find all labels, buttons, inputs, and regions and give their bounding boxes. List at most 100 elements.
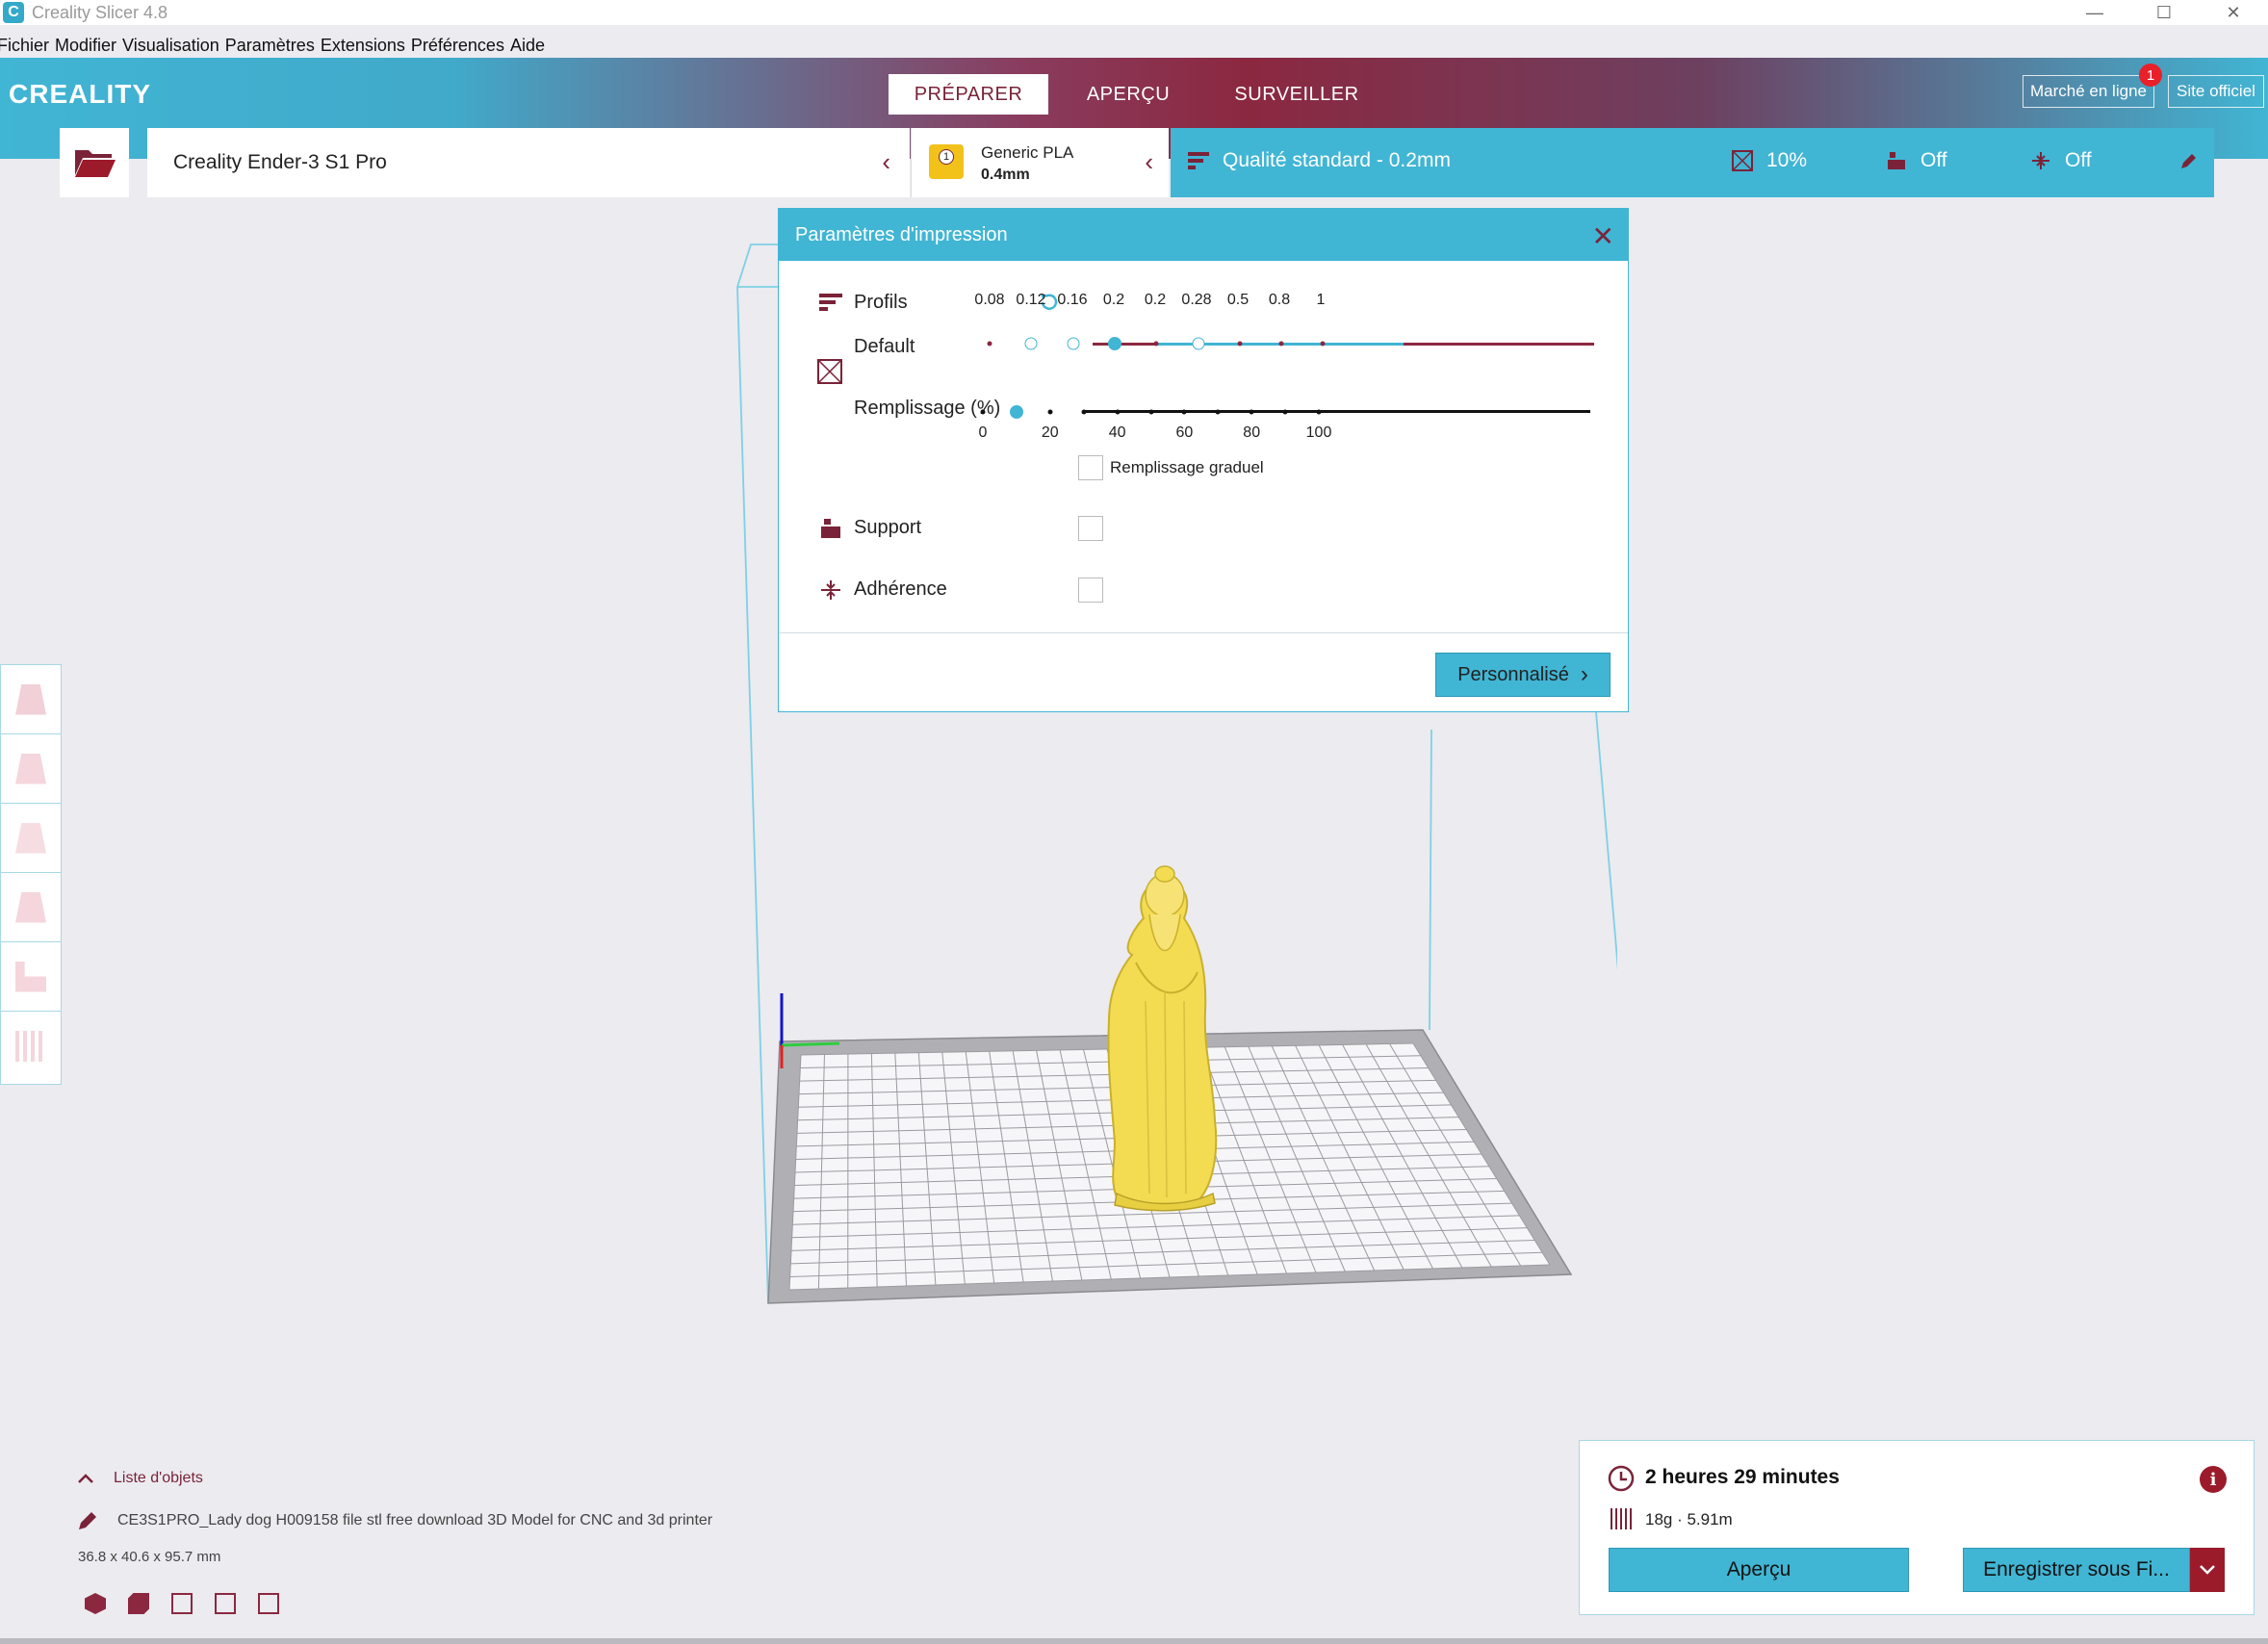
object-list-label: Liste d'objets	[114, 1470, 203, 1486]
tab-preparer[interactable]: PRÉPARER	[889, 74, 1048, 115]
infill-slider-stop	[1047, 409, 1053, 415]
model-figurine[interactable]	[1107, 865, 1218, 1212]
view-right-icon[interactable]	[258, 1593, 279, 1614]
profile-slider-stop	[1278, 341, 1284, 347]
tab-apercu[interactable]: APERÇU	[1048, 74, 1208, 115]
dialog-divider	[779, 632, 1628, 633]
infill-slider-stop	[1148, 409, 1153, 415]
pencil-icon[interactable]	[2179, 153, 2197, 170]
printer-name: Creality Ender-3 S1 Pro	[173, 151, 387, 173]
maximize-button[interactable]: ☐	[2129, 0, 2199, 25]
view-front-icon[interactable]	[128, 1593, 149, 1614]
profile-slider-stop	[1320, 341, 1326, 347]
infill-tick-label: 40	[1108, 424, 1126, 441]
close-window-button[interactable]: ✕	[2199, 0, 2268, 25]
infill-label: Remplissage (%)	[854, 398, 1001, 419]
support-icon	[821, 519, 840, 538]
adhesion-summary: Off	[2030, 149, 2092, 172]
filament-icon	[1611, 1508, 1632, 1529]
official-site-button[interactable]: Site officiel	[2168, 75, 2264, 108]
gradual-infill-checkbox[interactable]	[1078, 455, 1103, 480]
profile-tick-label: 0.16	[1057, 292, 1088, 308]
menu-fichier[interactable]: Fichier	[0, 36, 49, 56]
support-checkbox[interactable]	[1078, 516, 1103, 541]
info-icon[interactable]: i	[2200, 1466, 2227, 1493]
infill-slider-stop	[1282, 409, 1288, 415]
tab-surveiller[interactable]: SURVEILLER	[1208, 74, 1385, 115]
support-label: Support	[854, 517, 922, 538]
per-model-settings-icon	[15, 961, 46, 992]
window-controls: — ☐ ✕	[2060, 0, 2268, 25]
profiles-label: Profils	[854, 292, 908, 313]
minimize-button[interactable]: —	[2060, 0, 2129, 25]
preview-button[interactable]: Aperçu	[1609, 1548, 1909, 1592]
print-settings-dialog: Paramètres d'impression ✕ Profils Defaul…	[778, 208, 1629, 712]
profile-tick-label: 0.2	[1102, 292, 1125, 308]
adhesion-checkbox[interactable]	[1078, 578, 1103, 603]
menu-aide[interactable]: Aide	[510, 36, 545, 56]
support-icon	[1888, 152, 1905, 169]
support-value: Off	[1920, 149, 1947, 171]
tool-rotate[interactable]	[1, 804, 61, 873]
chevron-left-icon: ‹	[882, 147, 890, 176]
infill-tick-label: 20	[1041, 424, 1059, 441]
object-list-item[interactable]: CE3S1PRO_Lady dog H009158 file stl free …	[77, 1510, 712, 1531]
y-axis	[781, 1041, 840, 1047]
rotate-icon	[15, 822, 46, 854]
marketplace-button[interactable]: Marché en ligne	[2023, 75, 2154, 108]
menu-modifier[interactable]: Modifier	[55, 36, 116, 56]
tool-mirror[interactable]	[1, 873, 61, 942]
adhesion-icon	[2032, 152, 2049, 169]
profile-slider-handle[interactable]	[1107, 337, 1121, 350]
view-top-icon[interactable]	[171, 1593, 193, 1614]
object-list-toggle[interactable]: Liste d'objets	[77, 1470, 203, 1487]
profile-tick-label: 0.5	[1226, 292, 1250, 308]
camera-view-buttons	[85, 1593, 301, 1614]
infill-slider-handle[interactable]	[1009, 405, 1023, 419]
tool-support-blocker[interactable]	[1, 1012, 61, 1081]
view-3d-icon[interactable]	[85, 1593, 106, 1614]
folder-open-icon	[75, 150, 116, 177]
profile-slider-stop[interactable]	[1024, 337, 1038, 350]
infill-tick-label: 60	[1175, 424, 1194, 441]
extruder-icon: 1	[929, 144, 964, 179]
menu-extensions[interactable]: Extensions	[321, 36, 405, 56]
material-usage: 18g · 5.91m	[1645, 1510, 1733, 1528]
menu-parametres[interactable]: Paramètres	[225, 36, 315, 56]
custom-settings-button[interactable]: Personnalisé ›	[1435, 653, 1611, 697]
save-options-dropdown[interactable]	[2190, 1548, 2225, 1592]
infill-slider-stop	[980, 409, 986, 415]
menu-preferences[interactable]: Préférences	[411, 36, 504, 56]
printer-selector[interactable]: Creality Ender-3 S1 Pro ‹	[147, 128, 910, 197]
infill-icon	[1732, 150, 1753, 171]
profile-slider-stop	[987, 341, 992, 347]
open-file-button[interactable]	[60, 128, 129, 197]
profile-tick-label: 0.2	[1144, 292, 1167, 308]
stage-tabs: PRÉPARER APERÇU SURVEILLER	[889, 74, 1385, 115]
profile-slider-stop[interactable]	[1192, 337, 1204, 350]
dialog-title: Paramètres d'impression	[795, 223, 1008, 245]
chevron-up-icon	[78, 1474, 93, 1483]
material-selector[interactable]: 1 Generic PLA 0.4mm ‹	[911, 128, 1169, 197]
profile-icon	[1188, 152, 1209, 169]
close-icon[interactable]: ✕	[1592, 220, 1614, 252]
infill-slider-stop	[1081, 409, 1087, 415]
app-logo-icon: C	[3, 2, 24, 23]
quality-label: Qualité standard - 0.2mm	[1223, 149, 1451, 171]
adhesion-value: Off	[2065, 149, 2092, 171]
infill-icon	[817, 359, 842, 384]
tool-move[interactable]	[1, 665, 61, 734]
print-settings-bar[interactable]: Qualité standard - 0.2mm 10% Off Off	[1171, 128, 2214, 197]
save-to-file-button[interactable]: Enregistrer sous Fi...	[1963, 1548, 2190, 1592]
tool-per-model-settings[interactable]	[1, 942, 61, 1012]
menu-visualisation[interactable]: Visualisation	[122, 36, 219, 56]
tool-scale[interactable]	[1, 734, 61, 804]
view-left-icon[interactable]	[215, 1593, 236, 1614]
infill-slider-track[interactable]	[1085, 410, 1590, 413]
profile-tick-label: 0.28	[1181, 292, 1212, 308]
chevron-down-icon	[2200, 1565, 2215, 1575]
profile-default-label: Default	[854, 336, 915, 357]
profile-slider-stop[interactable]	[1067, 337, 1080, 350]
menu-bar: Fichier Modifier Visualisation Paramètre…	[0, 32, 551, 59]
profile-tick-label: 0.12	[1016, 292, 1046, 308]
